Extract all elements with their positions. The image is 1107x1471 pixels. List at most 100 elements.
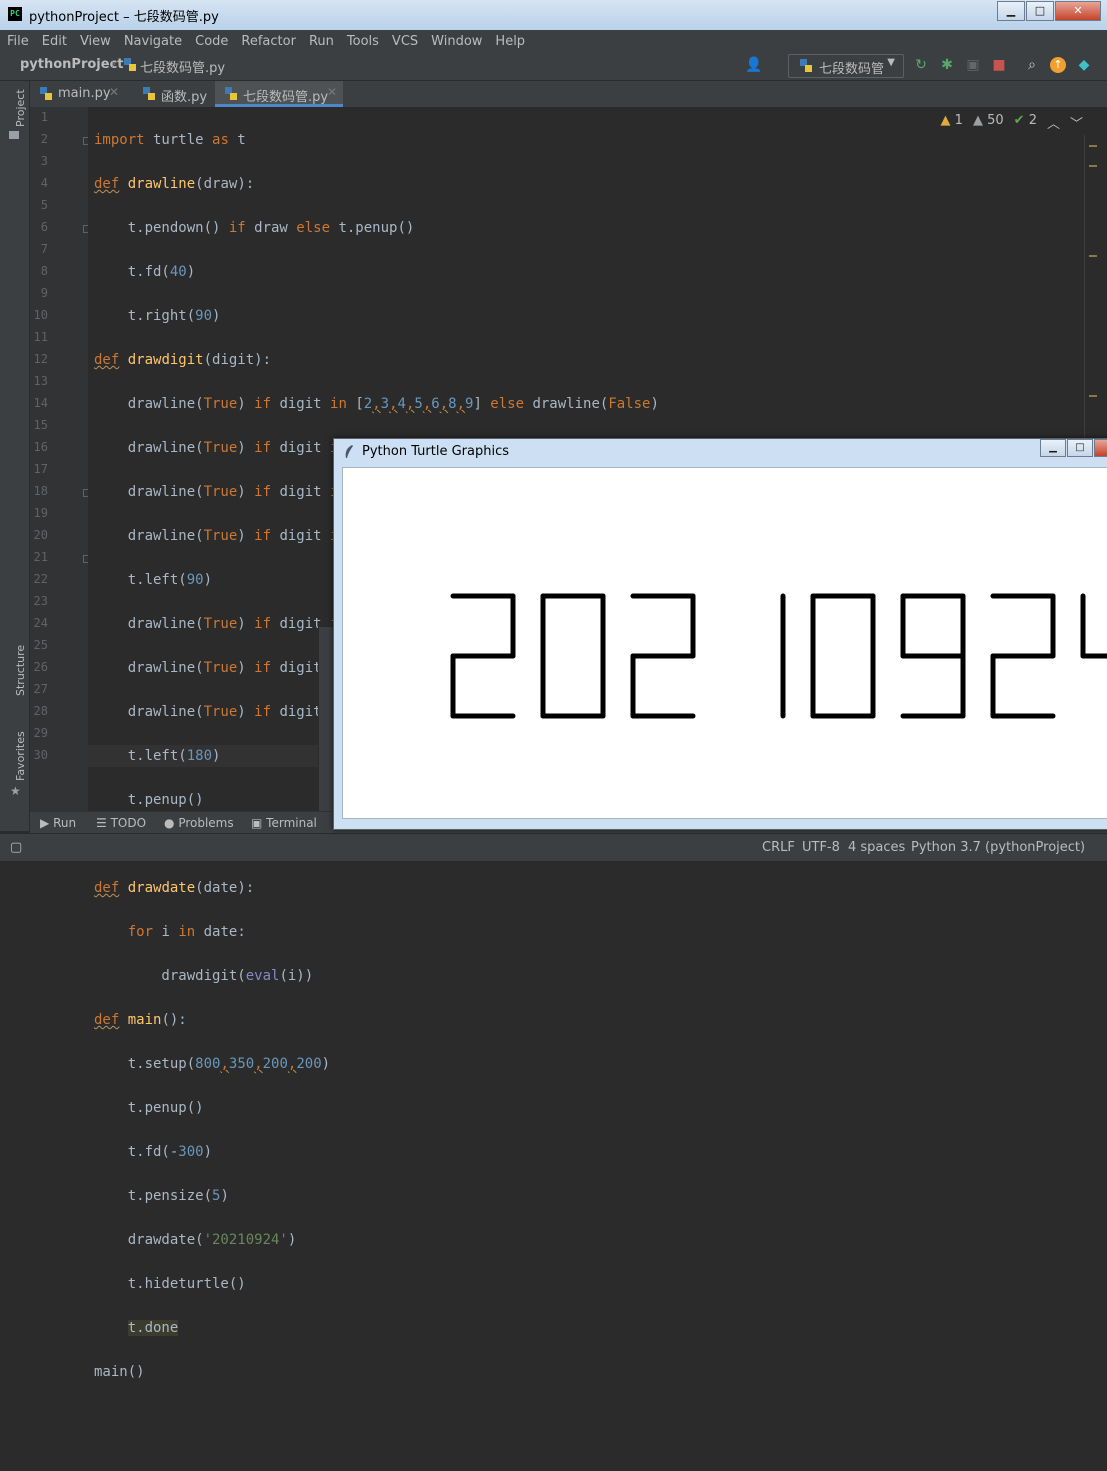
problems-tab[interactable]: ● Problems [164,816,234,830]
problems-tab-label: Problems [178,816,234,830]
python-file-icon [124,58,136,71]
plugin-icon[interactable]: ◆ [1076,57,1092,73]
run-configuration-select[interactable]: 七段数码管 ▼ [788,54,904,78]
rerun-icon[interactable]: ↻ [913,57,929,73]
code-line: t.done [127,1320,179,1336]
stop-icon[interactable]: ■ [991,57,1007,73]
line-number-gutter: 1 2 3 4 5 6 7 8 9 10 11 12 13 14 15 16 17 18 19 20 21 22 23 24 2… [30,107,91,815]
list-icon: ☰ [96,816,107,830]
line-number: 21 [33,550,48,564]
run-tab[interactable]: ▶ Run [40,816,76,830]
line-number: 1 [40,110,48,124]
menu-edit[interactable]: Edit [35,34,73,49]
seven-segment-drawing [450,593,1107,719]
breadcrumb-project[interactable]: pythonProject [20,57,124,72]
line-number: 19 [33,506,48,520]
line-number: 23 [33,594,48,608]
breadcrumb-separator-icon: › [111,57,117,72]
todo-tab[interactable]: ☰ TODO [96,816,146,830]
todo-tab-label: TODO [110,816,147,830]
line-number: 7 [40,242,48,256]
menu-window[interactable]: Window [424,34,488,49]
close-tab-icon[interactable]: ✕ [109,85,119,99]
line-number: 13 [33,374,48,388]
line-number: 15 [33,418,48,432]
update-icon[interactable]: ↑ [1050,57,1066,73]
code-line: t.fd(-300) [94,1144,213,1160]
pycharm-app-icon: PC [8,7,22,21]
feather-icon [345,445,353,458]
python-config-icon [800,59,812,72]
menu-run[interactable]: Run [302,34,340,49]
close-tab-icon[interactable]: ✕ [327,85,337,99]
maximize-button[interactable]: □ [1026,1,1054,21]
play-icon: ▶ [40,816,50,830]
code-line: t.fd(40) [94,264,196,280]
code-line: def drawdigit(digit): [94,352,272,368]
terminal-tab[interactable]: ▣ Terminal [251,816,317,830]
favorites-tool-tab[interactable]: Favorites [14,731,27,781]
line-number: 14 [33,396,48,410]
navigation-bar: pythonProject › 七段数码管.py 👤 七段数码管 ▼ ↻ ✱ ▣… [0,52,1107,81]
menu-navigate[interactable]: Navigate [117,34,188,49]
turtle-canvas [342,467,1107,819]
menu-help[interactable]: Help [488,34,531,49]
line-number: 12 [33,352,48,366]
chevron-up-icon[interactable]: ︿ [1047,113,1060,132]
debug-bug-icon[interactable]: ✱ [939,57,955,73]
terminal-icon: ▣ [251,816,263,830]
turtle-graphics-window[interactable]: Python Turtle Graphics ▁ □ ✕ [333,438,1107,830]
run-config-label: 七段数码管 [819,62,885,77]
code-line: t.penup() [94,1100,204,1116]
menu-vcs[interactable]: VCS [385,34,424,49]
tab-label: main.py [58,86,111,101]
status-bar: ▢ CRLF UTF-8 4 spaces Python 3.7 (python… [0,833,1107,861]
line-number: 20 [33,528,48,542]
tab-label: 函数.py [161,90,208,105]
line-number: 27 [33,682,48,696]
chevron-down-icon: ▼ [887,57,895,68]
menu-view[interactable]: View [73,34,117,49]
code-line: t.hideturtle() [94,1276,246,1292]
code-line: t.pendown() if draw else t.penup() [94,220,415,236]
editor-tabs: main.py ✕ 函数.py ✕ 七段数码管.py ✕ [30,81,1107,108]
line-number: 16 [33,440,48,454]
line-number: 6 [40,220,48,234]
close-button[interactable]: ✕ [1094,439,1107,457]
line-number: 24 [33,616,48,630]
tab-seven-segment-py[interactable]: 七段数码管.py ✕ [215,81,343,107]
line-number: 28 [33,704,48,718]
chevron-down-icon[interactable]: ﹀ [1070,113,1083,132]
line-number: 26 [33,660,48,674]
python-interpreter[interactable]: Python 3.7 (pythonProject) [911,840,1085,855]
minimize-button[interactable]: ▁ [997,1,1025,21]
menu-file[interactable]: File [0,34,35,49]
line-number: 25 [33,638,48,652]
menu-code[interactable]: Code [188,34,234,49]
minimize-button[interactable]: ▁ [1040,439,1066,457]
line-separator[interactable]: CRLF [762,840,795,855]
inspection-widget[interactable]: ▲ 1 ▲ 50 ✔ 2 ︿ ﹀ [941,113,1083,132]
coverage-icon[interactable]: ▣ [965,57,981,73]
code-line: t.right(90) [94,308,221,324]
typo-icon: ✔ [1013,113,1025,128]
turtle-window-controls: ▁ □ ✕ [1039,439,1107,457]
layout-icon[interactable]: ▢ [10,840,22,855]
project-tool-tab[interactable]: Project [14,89,27,127]
menu-refactor[interactable]: Refactor [234,34,302,49]
structure-tool-tab[interactable]: Structure [14,645,27,696]
code-line: drawdate('20210924') [94,1232,297,1248]
menu-tools[interactable]: Tools [340,34,385,49]
line-number: 9 [40,286,48,300]
search-icon[interactable]: ⌕ [1024,57,1040,73]
maximize-button[interactable]: □ [1067,439,1093,457]
indent-setting[interactable]: 4 spaces [848,840,905,855]
breadcrumb-file[interactable]: 七段数码管.py [140,57,225,76]
file-encoding[interactable]: UTF-8 [802,840,840,855]
user-icon[interactable]: 👤 [745,57,762,73]
weak-warning-count: 50 [987,113,1004,128]
close-button[interactable]: ✕ [1055,1,1101,21]
tab-main-py[interactable]: main.py ✕ [30,81,150,107]
python-file-icon [225,87,237,100]
